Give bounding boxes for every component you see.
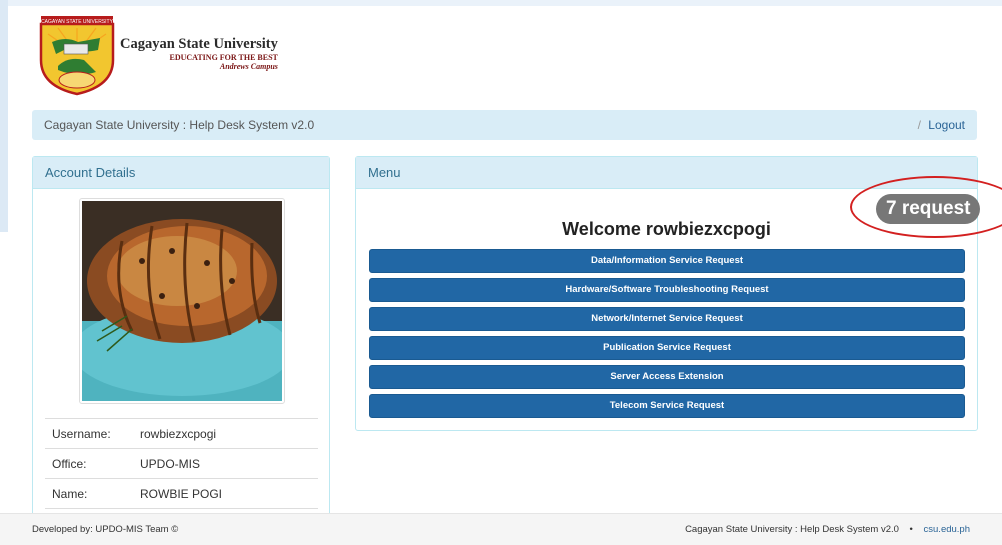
svg-text:CAGAYAN STATE UNIVERSITY: CAGAYAN STATE UNIVERSITY xyxy=(41,19,114,25)
footer-right: Cagayan State University : Help Desk Sys… xyxy=(685,524,970,535)
university-motto: EDUCATING FOR THE BEST xyxy=(169,53,278,62)
breadcrumb-separator: / xyxy=(917,118,921,132)
university-logo[interactable]: CAGAYAN STATE UNIVERSITY xyxy=(38,14,116,96)
request-menu: Data/Information Service Request Hardwar… xyxy=(369,249,965,423)
breadcrumb-bar: Cagayan State University : Help Desk Sys… xyxy=(32,110,977,140)
roast-pork-photo-icon xyxy=(80,201,284,401)
name-label: Name: xyxy=(52,486,88,501)
system-title: Cagayan State University : Help Desk Sys… xyxy=(44,118,315,132)
top-strip xyxy=(0,0,1002,6)
account-fields: Username: rowbiezxcpogi Office: UPDO-MIS… xyxy=(45,418,318,509)
account-details-panel: Account Details Username: rowbiezxcpogi … xyxy=(32,156,330,526)
logout-link[interactable]: Logout xyxy=(928,118,965,132)
username-value: rowbiezxcpogi xyxy=(140,426,217,441)
breadcrumb-right: / Logout xyxy=(918,118,965,132)
telecom-request-button[interactable]: Telecom Service Request xyxy=(369,394,965,418)
office-value: UPDO-MIS xyxy=(140,456,200,471)
account-details-heading: Account Details xyxy=(33,157,329,189)
username-label: Username: xyxy=(52,426,111,441)
account-field-name: Name: ROWBIE POGI xyxy=(45,479,318,509)
side-strip xyxy=(0,0,8,232)
campus-name: Andrews Campus xyxy=(219,62,278,71)
account-field-username: Username: rowbiezxcpogi xyxy=(45,419,318,449)
page-footer: Developed by: UPDO-MIS Team © Cagayan St… xyxy=(0,513,1002,545)
footer-system-title: Cagayan State University : Help Desk Sys… xyxy=(685,524,899,535)
hardware-software-troubleshooting-button[interactable]: Hardware/Software Troubleshooting Reques… xyxy=(369,278,965,302)
profile-photo xyxy=(79,198,285,404)
publication-request-button[interactable]: Publication Service Request xyxy=(369,336,965,360)
university-seal-icon: CAGAYAN STATE UNIVERSITY xyxy=(39,16,115,96)
university-name: Cagayan State University xyxy=(120,36,278,52)
name-value: ROWBIE POGI xyxy=(140,486,223,501)
account-field-office: Office: UPDO-MIS xyxy=(45,449,318,479)
data-information-request-button[interactable]: Data/Information Service Request xyxy=(369,249,965,273)
footer-bullet: • xyxy=(909,524,913,535)
footer-site-link[interactable]: csu.edu.ph xyxy=(924,524,970,535)
brand-block: Cagayan State University EDUCATING FOR T… xyxy=(120,36,278,71)
server-access-extension-button[interactable]: Server Access Extension xyxy=(369,365,965,389)
network-internet-request-button[interactable]: Network/Internet Service Request xyxy=(369,307,965,331)
site-header: CAGAYAN STATE UNIVERSITY Cagayan State U… xyxy=(38,14,278,98)
office-label: Office: xyxy=(52,456,87,471)
footer-credit: Developed by: UPDO-MIS Team © xyxy=(32,524,179,535)
